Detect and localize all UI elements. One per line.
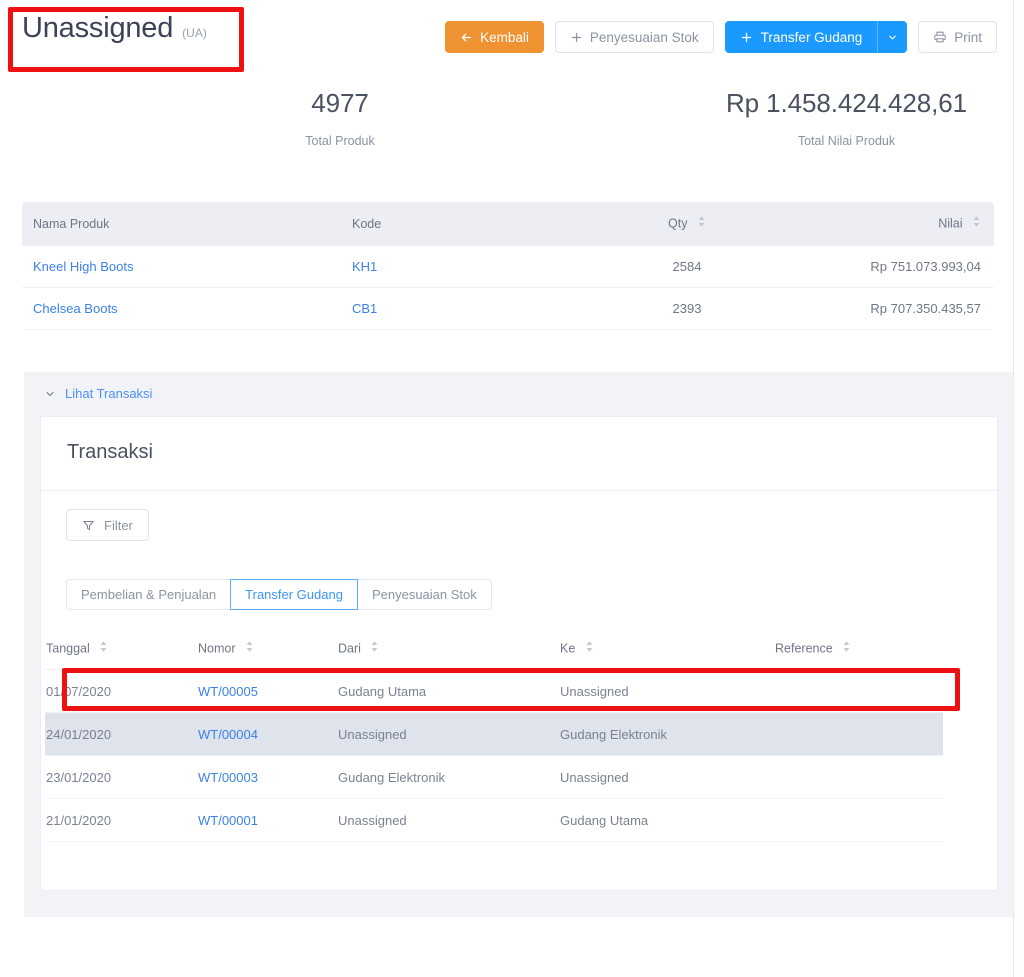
column-header-dari[interactable]: Dari (338, 640, 560, 657)
transaction-number-link[interactable]: WT/00005 (198, 684, 338, 699)
transaction-to: Gudang Elektronik (560, 726, 667, 742)
filter-button-label: Filter (104, 517, 133, 533)
product-code-link[interactable]: KH1 (352, 259, 582, 274)
lihat-transaksi-label: Lihat Transaksi (65, 386, 153, 401)
plus-icon (740, 31, 753, 44)
column-header-nomor[interactable]: Nomor (198, 640, 338, 657)
transfer-gudang-split-button: Transfer Gudang (724, 21, 908, 53)
page-header: Unassigned (UA) Kembali Penyesuaian Stok… (0, 0, 1013, 72)
column-header-tanggal[interactable]: Tanggal (45, 640, 198, 657)
table-row[interactable]: Kneel High Boots KH1 2584 Rp 751.073.993… (22, 246, 994, 288)
kembali-button[interactable]: Kembali (445, 21, 544, 53)
product-table-header: Nama Produk Kode Qty Nilai (22, 202, 994, 246)
table-row[interactable]: 01/07/2020 WT/00005 Gudang Utama Unassig… (45, 670, 943, 713)
plus-icon (570, 31, 583, 44)
sort-icon[interactable] (585, 640, 594, 656)
sort-icon[interactable] (370, 640, 379, 656)
transaction-type-tabs: Pembelian & Penjualan Transfer Gudang Pe… (66, 579, 492, 610)
penyesuaian-stok-button-label: Penyesuaian Stok (589, 29, 699, 45)
transaction-date: 24/01/2020 (46, 726, 112, 742)
transfer-gudang-dropdown-button[interactable] (877, 21, 908, 53)
transactions-card-title: Transaksi (67, 441, 153, 463)
product-name-link[interactable]: Chelsea Boots (22, 301, 352, 316)
header-toolbar: Kembali Penyesuaian Stok Transfer Gudang… (445, 21, 997, 53)
filter-button[interactable]: Filter (66, 509, 149, 541)
arrow-left-icon (460, 31, 473, 44)
transfer-gudang-button[interactable]: Transfer Gudang (724, 21, 878, 53)
transactions-card: Transaksi Filter Pembelian & Penjualan T… (40, 416, 998, 891)
product-code-link[interactable]: CB1 (352, 301, 582, 316)
stat-total-nilai-label: Total Nilai Produk (797, 134, 896, 148)
sort-icon[interactable] (245, 640, 254, 656)
tab-penyesuaian-stok[interactable]: Penyesuaian Stok (356, 579, 492, 610)
transaction-to: Gudang Utama (560, 812, 649, 828)
transactions-table: Tanggal Nomor Dari Ke Reference 01/07/20… (45, 628, 943, 842)
transaction-number-link[interactable]: WT/00003 (198, 770, 338, 785)
sort-icon[interactable] (697, 215, 706, 231)
transaction-number-link[interactable]: WT/00001 (198, 813, 338, 828)
product-table: Nama Produk Kode Qty Nilai Kneel High Bo… (22, 202, 994, 330)
transactions-table-header: Tanggal Nomor Dari Ke Reference (45, 628, 943, 670)
page-title-code: (UA) (182, 26, 207, 40)
column-header-reference[interactable]: Reference (775, 640, 943, 657)
transaction-from: Unassigned (338, 726, 407, 742)
sort-icon[interactable] (99, 640, 108, 656)
transaction-date: 23/01/2020 (46, 769, 112, 785)
product-name-link[interactable]: Kneel High Boots (22, 259, 352, 274)
filter-icon (82, 519, 95, 532)
product-qty: 2584 (672, 259, 702, 274)
transaction-date: 01/07/2020 (46, 683, 112, 699)
lihat-transaksi-toggle[interactable]: Lihat Transaksi (44, 386, 152, 401)
chevron-down-icon (44, 388, 56, 400)
product-qty: 2393 (672, 301, 702, 316)
page-title: Unassigned (UA) (22, 14, 207, 43)
transaction-to: Unassigned (560, 683, 629, 699)
transaction-from: Unassigned (338, 812, 407, 828)
product-nilai: Rp 751.073.993,04 (870, 259, 981, 274)
stat-total-nilai: Rp 1.458.424.428,61 Total Nilai Produk (680, 86, 1013, 148)
transaction-from: Gudang Utama (338, 683, 427, 699)
transaction-to: Unassigned (560, 769, 629, 785)
printer-icon (933, 30, 947, 44)
product-nilai: Rp 707.350.435,57 (870, 301, 981, 316)
transaction-number-link[interactable]: WT/00004 (198, 727, 338, 742)
stat-total-produk-value: 4977 (311, 88, 369, 118)
print-button[interactable]: Print (918, 21, 997, 53)
column-header-kode: Kode (352, 217, 382, 231)
tab-pembelian-penjualan[interactable]: Pembelian & Penjualan (66, 579, 232, 610)
tab-transfer-gudang[interactable]: Transfer Gudang (230, 579, 358, 610)
column-header-ke[interactable]: Ke (560, 640, 775, 657)
stat-total-produk-label: Total Produk (305, 134, 375, 148)
transaction-from: Gudang Elektronik (338, 769, 445, 785)
table-row[interactable]: 24/01/2020 WT/00004 Unassigned Gudang El… (45, 713, 943, 756)
sort-icon[interactable] (972, 215, 981, 231)
table-row[interactable]: Chelsea Boots CB1 2393 Rp 707.350.435,57 (22, 288, 994, 330)
page-title-text: Unassigned (22, 12, 174, 44)
vertical-scrollbar[interactable] (1013, 0, 1024, 977)
divider (41, 490, 997, 491)
summary-stats: 4977 Total Produk Rp 1.458.424.428,61 To… (0, 86, 1013, 148)
kembali-button-label: Kembali (480, 29, 529, 45)
stat-total-produk: 4977 Total Produk (0, 86, 680, 148)
print-button-label: Print (954, 29, 982, 45)
column-header-qty[interactable]: Qty (582, 216, 792, 232)
penyesuaian-stok-button[interactable]: Penyesuaian Stok (554, 21, 714, 53)
transfer-gudang-button-label: Transfer Gudang (760, 29, 863, 45)
table-row[interactable]: 21/01/2020 WT/00001 Unassigned Gudang Ut… (45, 799, 943, 842)
chevron-down-icon (887, 32, 898, 43)
table-row[interactable]: 23/01/2020 WT/00003 Gudang Elektronik Un… (45, 756, 943, 799)
column-header-nama-produk: Nama Produk (33, 217, 110, 231)
sort-icon[interactable] (842, 640, 851, 656)
page-root: Unassigned (UA) Kembali Penyesuaian Stok… (0, 0, 1024, 977)
column-header-nilai[interactable]: Nilai (792, 216, 994, 232)
transaction-date: 21/01/2020 (46, 812, 112, 828)
stat-total-nilai-value: Rp 1.458.424.428,61 (726, 88, 967, 118)
transactions-section: Lihat Transaksi Transaksi Filter Pembeli… (24, 372, 1014, 917)
